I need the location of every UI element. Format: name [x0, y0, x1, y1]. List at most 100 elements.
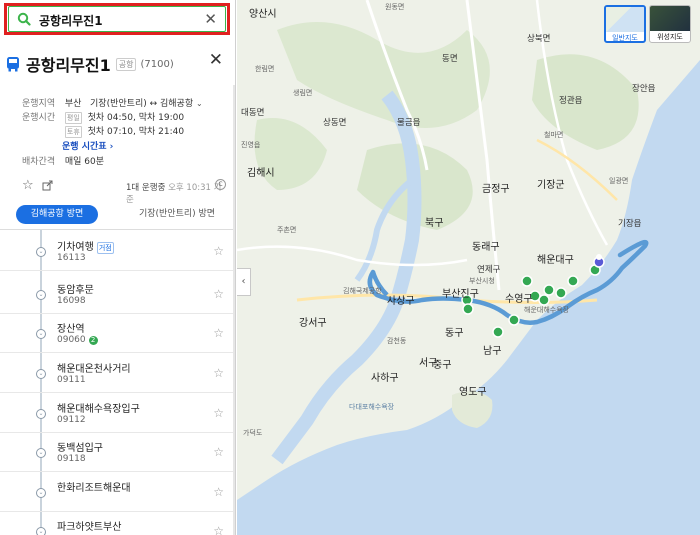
info-hours-weekday: 운행시간 평일 첫차 04:50, 막차 19:00	[22, 110, 184, 124]
map-label: 주촌면	[277, 226, 297, 234]
interval-label: 배차간격	[22, 157, 56, 167]
stop-id: 09118	[57, 454, 86, 464]
stop-item[interactable]: ⌄ 동백섬입구 09118 ☆	[0, 433, 235, 472]
route-title: 공항리무진1 공항 (7100)	[6, 52, 174, 76]
favorite-star-icon[interactable]: ☆	[22, 178, 34, 193]
favorite-star-icon[interactable]: ☆	[213, 366, 224, 380]
map-label: 기장군	[537, 180, 565, 191]
weekend-tag: 토휴	[64, 126, 82, 138]
subway-line-badge: 2	[88, 336, 98, 345]
running-status: 1대 운행중 오후 10:31 기준	[126, 181, 228, 205]
favorite-star-icon[interactable]: ☆	[213, 445, 224, 459]
map-label: 해운대해수욕장	[524, 306, 570, 314]
stop-dot-icon: ⌄	[36, 369, 46, 379]
stop-name: 해운대해수욕장입구	[57, 404, 140, 415]
stop-item[interactable]: ⌄ 해운대온천사거리 09111 ☆	[0, 354, 235, 393]
map-label: 금정구	[482, 184, 510, 195]
map-label: 진영읍	[241, 141, 261, 149]
search-input[interactable]: 공항리무진1 ✕	[8, 6, 226, 32]
search-icon	[17, 12, 31, 26]
map-label: 양산시	[249, 9, 277, 20]
map-label: 영도구	[459, 387, 487, 398]
stop-id: 09112	[57, 415, 86, 425]
map-label: 생림면	[293, 89, 313, 97]
stop-item[interactable]: ⌄ 해운대해수욕장입구 09112 ☆	[0, 394, 235, 433]
favorite-star-icon[interactable]: ☆	[213, 524, 224, 535]
map-label: 부산시청	[469, 277, 495, 285]
map-label: 철마면	[544, 131, 564, 139]
panel-scrollbar[interactable]	[233, 85, 235, 535]
route-type-tag: 공항	[115, 57, 137, 71]
stop-dot-icon: ⌄	[36, 409, 46, 419]
map-label: 장안읍	[632, 84, 656, 94]
map-label: 한림면	[255, 65, 275, 73]
route-name: 공항리무진1	[26, 56, 111, 75]
close-panel-button[interactable]: ✕	[209, 50, 223, 70]
satellite-map-button[interactable]: 위성지도	[649, 5, 691, 43]
tab-gijang[interactable]: 기장(반안트리) 방면	[130, 205, 224, 224]
satellite-map-label: 위성지도	[657, 33, 683, 41]
area-label: 운행지역	[22, 99, 56, 109]
map-label: 동래구	[472, 242, 500, 253]
stop-id-row: 09060 2	[57, 335, 98, 345]
map-label: 남구	[483, 346, 502, 357]
map-label: 다대포해수욕장	[349, 403, 395, 411]
basic-map-button[interactable]: 일반지도	[604, 5, 646, 43]
stop-dot-icon: ⌄	[36, 329, 46, 339]
stop-name-text: 기차여행	[57, 242, 94, 253]
favorite-star-icon[interactable]: ☆	[213, 287, 224, 301]
satellite-map-thumbnail	[650, 6, 690, 31]
collapse-panel-button[interactable]: ‹	[237, 268, 251, 296]
info-hours-weekend: 토휴 첫차 07:10, 막차 21:40	[22, 124, 184, 138]
stop-id: 16113	[57, 253, 86, 263]
weekend-hours: 첫차 07:10, 막차 21:40	[87, 127, 185, 137]
stop-badge: 거점	[96, 242, 114, 254]
direction-tabs: 김해공항 방면 기장(반안트리) 방면	[16, 205, 226, 225]
map-label: 동구	[445, 328, 464, 339]
divider	[0, 229, 235, 230]
clear-search-button[interactable]: ✕	[204, 10, 217, 28]
map-label: 해운대구	[537, 255, 574, 266]
stop-name: 동암후문	[57, 285, 94, 296]
stop-item[interactable]: ⌄ 파크하얏트부산 ☆	[0, 512, 235, 535]
info-interval: 배차간격 매일 60분	[22, 154, 104, 167]
map-label: 일광면	[609, 177, 629, 185]
stop-dot-icon: ⌄	[36, 527, 46, 535]
map-label: 연제구	[477, 265, 501, 275]
favorite-star-icon[interactable]: ☆	[213, 485, 224, 499]
map-label: 감천동	[387, 337, 407, 345]
stop-item[interactable]: ⌄ 기차여행 거점 16113 ☆	[0, 232, 235, 271]
timetable-link[interactable]: 운행 시간표 ›	[62, 139, 113, 152]
chevron-down-icon[interactable]: ⌄	[196, 99, 203, 108]
map-label: 김해시	[247, 168, 275, 179]
map-label: 사하구	[371, 373, 399, 384]
stop-item[interactable]: ⌄ 한화리조트해운대 ☆	[0, 473, 235, 512]
map-label: 부산진구	[442, 289, 479, 300]
map-canvas[interactable]: 양산시 원동면 동면 상북면 정관읍 장안읍 대동면 상동면 물금읍 김해시 기…	[236, 0, 700, 535]
area-endpoints: 기장(반안트리) ↔ 김해공항	[90, 99, 194, 109]
map-label: 김해국제공항	[343, 287, 382, 295]
map-label: 정관읍	[559, 96, 583, 106]
info-area: 운행지역 부산 기장(반안트리) ↔ 김해공항 ⌄	[22, 96, 203, 109]
map-label: 가덕도	[243, 429, 263, 437]
map-label: 북구	[425, 218, 444, 229]
share-icon[interactable]	[42, 180, 53, 191]
basic-map-thumbnail	[606, 7, 644, 32]
tab-gimhae-airport[interactable]: 김해공항 방면	[16, 205, 98, 224]
refresh-icon[interactable]: C	[215, 179, 226, 190]
stop-id: 16098	[57, 296, 86, 306]
favorite-star-icon[interactable]: ☆	[213, 326, 224, 340]
timetable-link-label: 운행 시간표	[62, 142, 107, 152]
map-label: 수영구	[505, 294, 533, 305]
hours-label: 운행시간	[22, 113, 56, 123]
stop-item[interactable]: ⌄ 장산역 09060 2 ☆	[0, 314, 235, 353]
stop-item[interactable]: ⌄ 동암후문 16098 ☆	[0, 275, 235, 314]
route-code: (7100)	[140, 58, 174, 70]
search-value: 공항리무진1	[39, 14, 103, 28]
map-label: 강서구	[299, 318, 327, 329]
stop-id: 09060	[57, 335, 86, 345]
favorite-star-icon[interactable]: ☆	[213, 244, 224, 258]
action-row: ☆ 1대 운행중 오후 10:31 기준 C	[22, 178, 228, 205]
stop-dot-icon: ⌄	[36, 448, 46, 458]
favorite-star-icon[interactable]: ☆	[213, 406, 224, 420]
